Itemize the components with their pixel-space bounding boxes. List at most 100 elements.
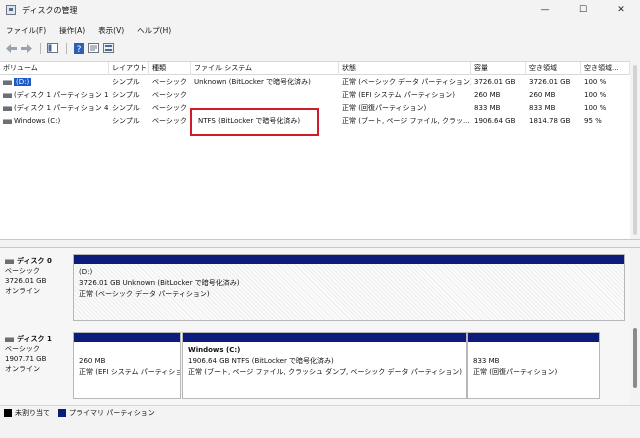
- column-header-layout[interactable]: レイアウト: [109, 62, 149, 75]
- free-space-cell: 833 MB: [529, 104, 556, 112]
- volume-icon: [3, 92, 12, 98]
- layout-cell: シンプル: [112, 91, 140, 99]
- free-percent-cell: 100 %: [584, 78, 607, 86]
- partition-body: 260 MB 正常 (EFI システム パーティショ: [74, 342, 180, 398]
- help-icon[interactable]: ?: [72, 42, 85, 55]
- partition-status: 正常 (ブート, ページ ファイル, クラッシュ ダンプ, ベーシック データ …: [188, 368, 463, 376]
- disk-icon: [5, 336, 14, 342]
- scrollbar-thumb[interactable]: [633, 328, 637, 388]
- disk-1-label[interactable]: ディスク 1 ベーシック 1907.71 GB オンライン: [5, 334, 72, 374]
- legend-label: プライマリ パーティション: [69, 408, 155, 417]
- disk-0-label[interactable]: ディスク 0 ベーシック 3726.01 GB オンライン: [5, 256, 72, 296]
- partition-info: 3726.01 GB Unknown (BitLocker で暗号化済み): [79, 279, 240, 287]
- volume-name-cell: (ディスク 1 パーティション 1): [0, 89, 109, 102]
- type-cell: ベーシック: [152, 91, 187, 99]
- partition-bar: [74, 333, 180, 342]
- partition-body: (D:) 3726.01 GB Unknown (BitLocker で暗号化済…: [74, 264, 624, 320]
- partition-info: 833 MB: [473, 357, 500, 365]
- volume-icon: [3, 79, 12, 85]
- partition-title: (D:): [79, 268, 93, 276]
- legend-swatch: [58, 408, 66, 417]
- partition-status: 正常 (ベーシック データ パーティション): [79, 290, 210, 298]
- disk-name-text: ディスク 1: [17, 335, 52, 343]
- window-title: ディスクの管理: [22, 5, 78, 15]
- disk-size: 3726.01 GB: [5, 277, 47, 285]
- highlight-annotation: [190, 108, 319, 136]
- disk-graph-view: ディスク 0 ベーシック 3726.01 GB オンライン (D:) 3726.…: [0, 248, 630, 405]
- capacity-cell: 1906.64 GB: [474, 117, 516, 125]
- filesystem-cell: [191, 89, 339, 102]
- forward-arrow-icon[interactable]: [20, 42, 33, 55]
- column-header-volume[interactable]: ボリューム: [0, 62, 109, 75]
- volume-list-header: ボリューム レイアウト 種類 ファイル システム 状態 容量 空き領域 空き領域…: [0, 62, 630, 75]
- type-cell: ベーシック: [152, 117, 187, 125]
- menu-action[interactable]: 操作(A): [59, 25, 85, 36]
- volume-icon: [3, 118, 12, 124]
- column-header-capacity[interactable]: 容量: [471, 62, 526, 75]
- free-percent-cell: 100 %: [584, 104, 607, 112]
- disk-type: ベーシック: [5, 267, 40, 275]
- partition-status: 正常 (EFI システム パーティショ: [79, 368, 180, 376]
- column-header-free-space[interactable]: 空き領域: [526, 62, 581, 75]
- menu-help[interactable]: ヘルプ(H): [137, 25, 171, 36]
- disk-name: ディスク 0: [5, 256, 72, 266]
- partition-d[interactable]: (D:) 3726.01 GB Unknown (BitLocker で暗号化済…: [73, 254, 625, 321]
- column-header-status[interactable]: 状態: [339, 62, 471, 75]
- layout-cell: シンプル: [112, 117, 140, 125]
- disk-management-app-icon: [6, 5, 16, 15]
- column-header-type[interactable]: 種類: [149, 62, 191, 75]
- volume-name-cell: (D:): [0, 76, 109, 89]
- capacity-cell: 3726.01 GB: [474, 78, 516, 86]
- table-row[interactable]: (D:) シンプル ベーシック Unknown (BitLocker で暗号化済…: [0, 76, 630, 89]
- svg-text:?: ?: [76, 45, 81, 54]
- toolbar-separator: [66, 42, 67, 54]
- partition-title: Windows (C:): [188, 346, 241, 354]
- partition-recovery[interactable]: 833 MB 正常 (回復パーティション): [467, 332, 600, 399]
- disk-type: ベーシック: [5, 345, 40, 353]
- scrollbar-thumb[interactable]: [633, 65, 637, 235]
- disk-state: オンライン: [5, 365, 40, 373]
- table-row[interactable]: (ディスク 1 パーティション 1) シンプル ベーシック 正常 (EFI シス…: [0, 89, 630, 102]
- type-cell: ベーシック: [152, 104, 187, 112]
- free-percent-cell: 95 %: [584, 117, 602, 125]
- view-panel-icon[interactable]: [46, 42, 59, 55]
- filesystem-cell: Unknown (BitLocker で暗号化済み): [194, 78, 311, 86]
- legend: 未割り当て プライマリ パーティション: [0, 405, 640, 419]
- status-cell: 正常 (EFI システム パーティション): [342, 91, 456, 99]
- column-header-free-percent[interactable]: 空き領域...: [581, 62, 630, 75]
- disk-view-icon[interactable]: [102, 42, 115, 55]
- properties-icon[interactable]: [87, 42, 100, 55]
- layout-cell: シンプル: [112, 104, 140, 112]
- legend-label: 未割り当て: [15, 408, 50, 417]
- volume-list-scrollbar[interactable]: [630, 61, 640, 239]
- partition-body: Windows (C:) 1906.64 GB NTFS (BitLocker …: [183, 342, 466, 398]
- column-header-filesystem[interactable]: ファイル システム: [191, 62, 339, 75]
- menu-view[interactable]: 表示(V): [98, 25, 124, 36]
- volume-name-cell: Windows (C:): [0, 115, 109, 128]
- close-button[interactable]: ✕: [602, 0, 640, 20]
- partition-windows-c[interactable]: Windows (C:) 1906.64 GB NTFS (BitLocker …: [182, 332, 467, 399]
- maximize-button[interactable]: ☐: [564, 0, 602, 20]
- back-arrow-icon[interactable]: [5, 42, 18, 55]
- toolbar: ?: [0, 39, 640, 57]
- volume-icon: [3, 105, 12, 111]
- volume-name: (ディスク 1 パーティション 4): [14, 104, 109, 112]
- toolbar-separator: [40, 42, 41, 54]
- minimize-button[interactable]: —: [526, 0, 564, 20]
- free-space-cell: 1814.78 GB: [529, 117, 571, 125]
- partition-info: 1906.64 GB NTFS (BitLocker で暗号化済み): [188, 357, 334, 365]
- legend-item-unallocated: 未割り当て: [4, 408, 50, 418]
- window-controls: — ☐ ✕: [526, 0, 640, 20]
- menu-file[interactable]: ファイル(F): [6, 25, 46, 36]
- disk-graph-scrollbar[interactable]: [630, 248, 640, 405]
- partition-efi[interactable]: 260 MB 正常 (EFI システム パーティショ: [73, 332, 181, 399]
- partition-body: 833 MB 正常 (回復パーティション): [468, 342, 599, 398]
- capacity-cell: 833 MB: [474, 104, 501, 112]
- disk-name-text: ディスク 0: [17, 257, 52, 265]
- volume-list: ボリューム レイアウト 種類 ファイル システム 状態 容量 空き領域 空き領域…: [0, 61, 630, 239]
- disk-management-window: ディスクの管理 — ☐ ✕ ファイル(F) 操作(A) 表示(V) ヘルプ(H)…: [0, 0, 640, 438]
- pane-splitter[interactable]: [0, 239, 640, 248]
- disk-icon: [5, 258, 14, 264]
- capacity-cell: 260 MB: [474, 91, 501, 99]
- partition-bar: [468, 333, 599, 342]
